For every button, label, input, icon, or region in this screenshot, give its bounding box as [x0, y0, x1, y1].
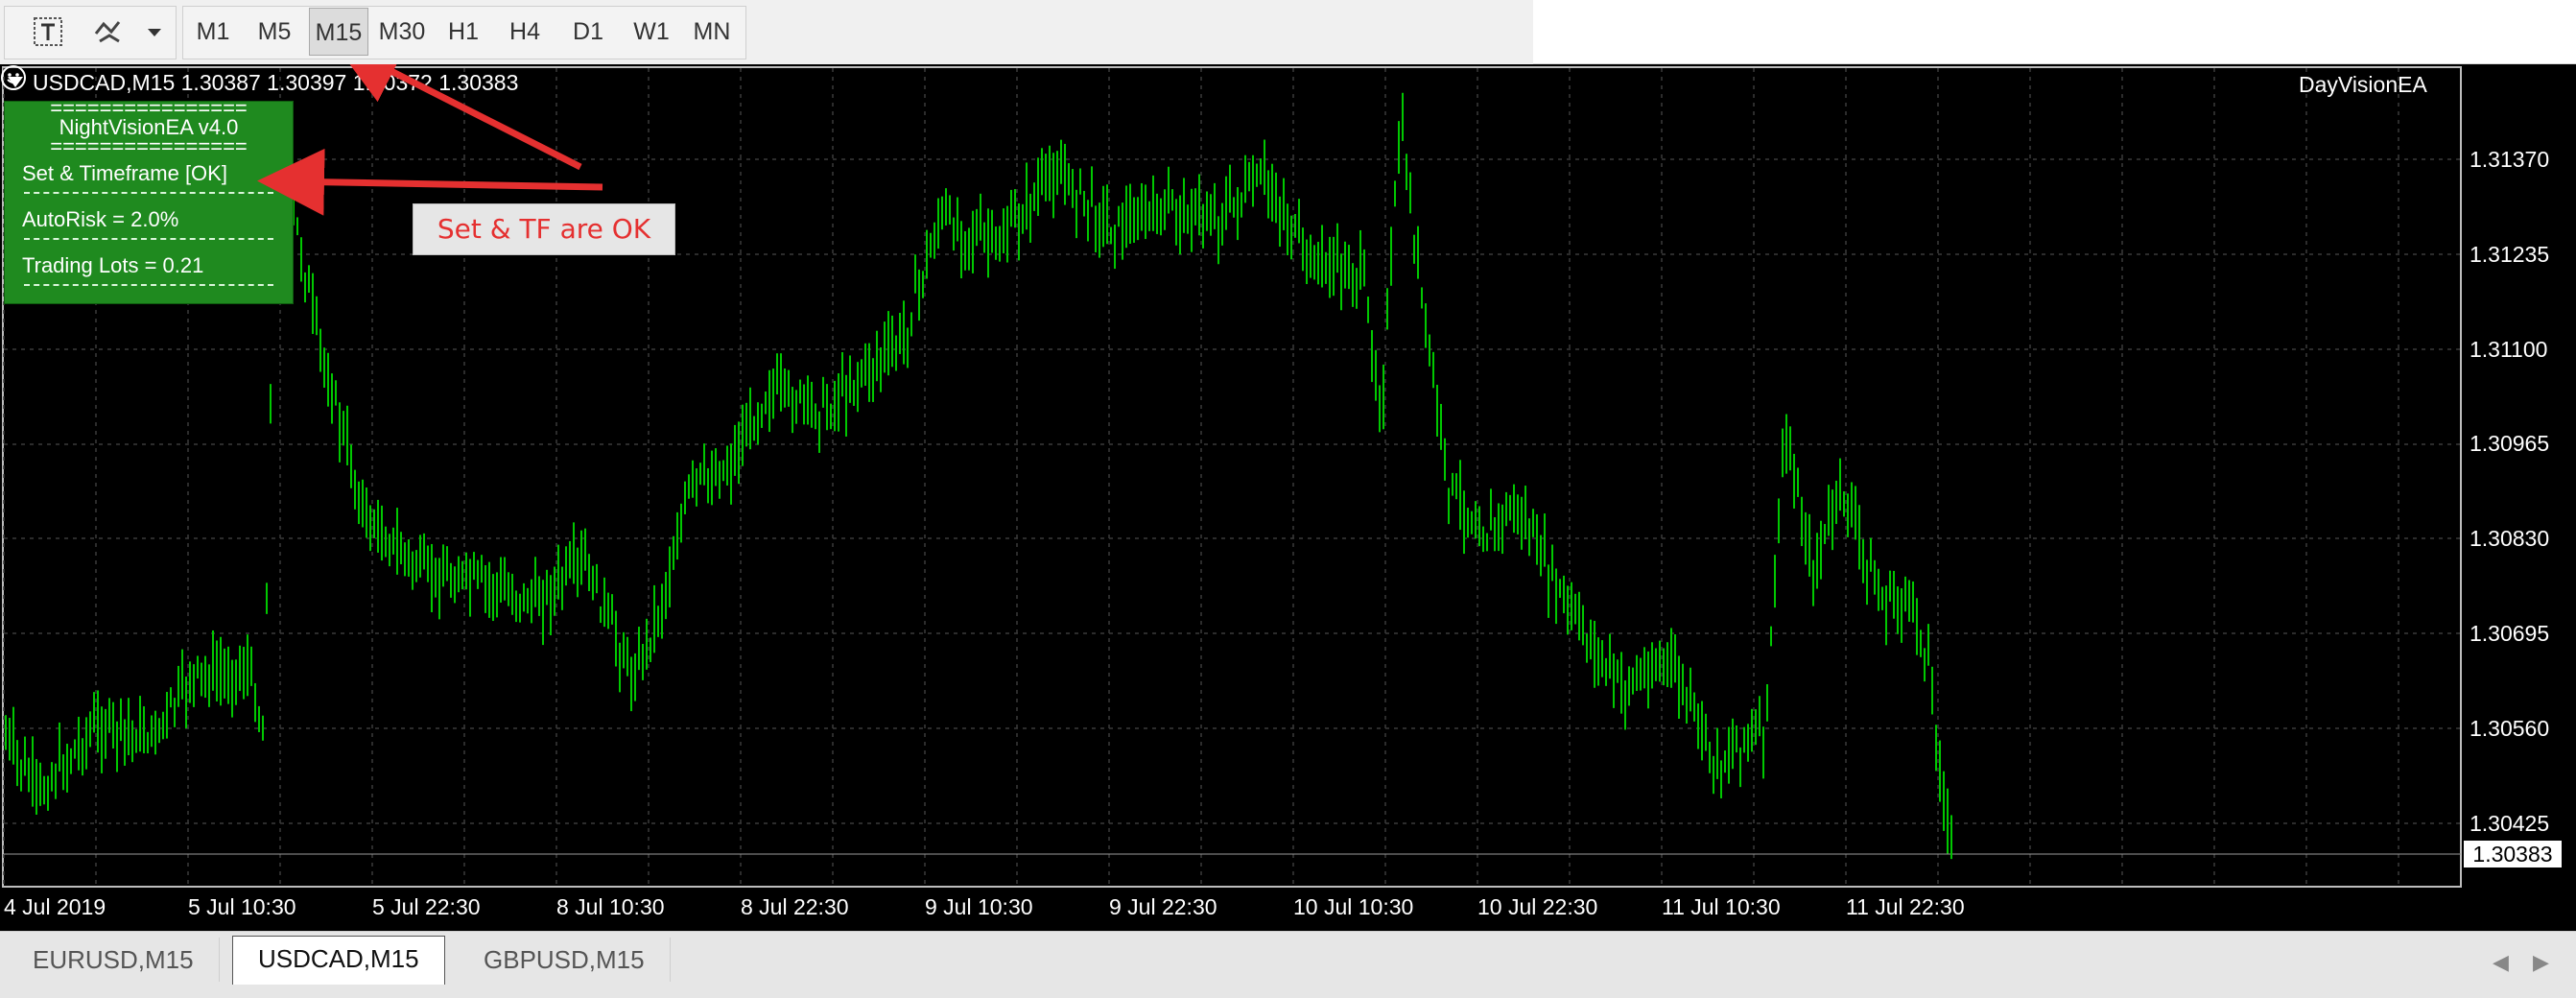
tab-gbpusd[interactable]: GBPUSD,M15	[459, 938, 671, 982]
ea-info-panel: ================ NightVisionEA v4.0 ====…	[4, 96, 294, 304]
ea-separator: ================	[50, 134, 248, 158]
ea-label: DayVisionEA	[2299, 72, 2427, 97]
chart-tabs-bar: EURUSD,M15 USDCAD,M15 GBPUSD,M15 ◀ ▶	[0, 931, 2576, 998]
ea-divider	[24, 192, 273, 194]
time-label: 5 Jul 10:30	[188, 894, 296, 919]
price-chart[interactable]: USDCAD,M15 1.30387 1.30397 1.30372 1.303…	[0, 64, 2576, 931]
price-level: 1.30965	[2470, 431, 2550, 456]
annotation-callout: Set & TF are OK	[413, 203, 675, 255]
price-level: 1.30425	[2470, 811, 2550, 836]
text-tool-icon[interactable]	[23, 6, 73, 58]
tab-timeframe-d1[interactable]: D1	[562, 8, 614, 56]
tab-timeframe-h4[interactable]: H4	[499, 8, 551, 56]
tab-timeframe-m1[interactable]: M1	[188, 8, 238, 56]
time-label: 5 Jul 22:30	[372, 894, 481, 919]
price-level: 1.31100	[2470, 337, 2548, 362]
price-level: 1.30830	[2470, 526, 2550, 551]
time-label: 8 Jul 22:30	[741, 894, 849, 919]
tab-usdcad[interactable]: USDCAD,M15	[232, 936, 445, 985]
price-level: 1.30560	[2470, 716, 2550, 741]
tab-timeframe-w1[interactable]: W1	[626, 8, 677, 56]
tab-scroll-left-icon[interactable]: ◀	[2493, 951, 2509, 975]
price-level: 1.31370	[2470, 147, 2550, 172]
ea-autorisk: AutoRisk = 2.0%	[22, 207, 179, 231]
time-label: 10 Jul 22:30	[1477, 894, 1598, 919]
current-price-label: 1.30383	[2464, 841, 2562, 867]
tab-eurusd[interactable]: EURUSD,M15	[8, 938, 220, 982]
smiley-icon[interactable]	[0, 64, 27, 91]
time-label: 9 Jul 10:30	[925, 894, 1033, 919]
toolbar-empty-area	[1533, 0, 2576, 64]
time-label: 4 Jul 2019	[4, 894, 106, 919]
symbol-info: USDCAD,M15 1.30387 1.30397 1.30372 1.303…	[33, 70, 519, 95]
chart-canvas	[2, 66, 2462, 888]
ea-lots: Trading Lots = 0.21	[22, 253, 204, 277]
tab-timeframe-m5[interactable]: M5	[249, 8, 299, 56]
ea-status: Set & Timeframe [OK]	[22, 161, 227, 185]
tab-timeframe-m15[interactable]: M15	[309, 8, 368, 56]
time-label: 11 Jul 10:30	[1662, 894, 1781, 919]
time-label: 8 Jul 10:30	[556, 894, 665, 919]
tab-scroll-right-icon[interactable]: ▶	[2533, 951, 2549, 975]
price-level: 1.31235	[2470, 242, 2550, 267]
ea-divider	[24, 284, 273, 286]
time-label: 11 Jul 22:30	[1846, 894, 1965, 919]
shapes-icon[interactable]	[84, 6, 134, 58]
tab-timeframe-mn[interactable]: MN	[685, 8, 739, 56]
price-level: 1.30695	[2470, 621, 2550, 646]
tab-timeframe-m30[interactable]: M30	[372, 8, 432, 56]
ea-divider	[24, 238, 273, 240]
chevron-down-icon[interactable]	[140, 6, 169, 58]
time-label: 10 Jul 10:30	[1293, 894, 1414, 919]
toolbar: M1 M5 M15 M30 H1 H4 D1 W1 MN	[0, 0, 1533, 63]
tab-timeframe-h1[interactable]: H1	[437, 8, 489, 56]
time-label: 9 Jul 22:30	[1109, 894, 1217, 919]
